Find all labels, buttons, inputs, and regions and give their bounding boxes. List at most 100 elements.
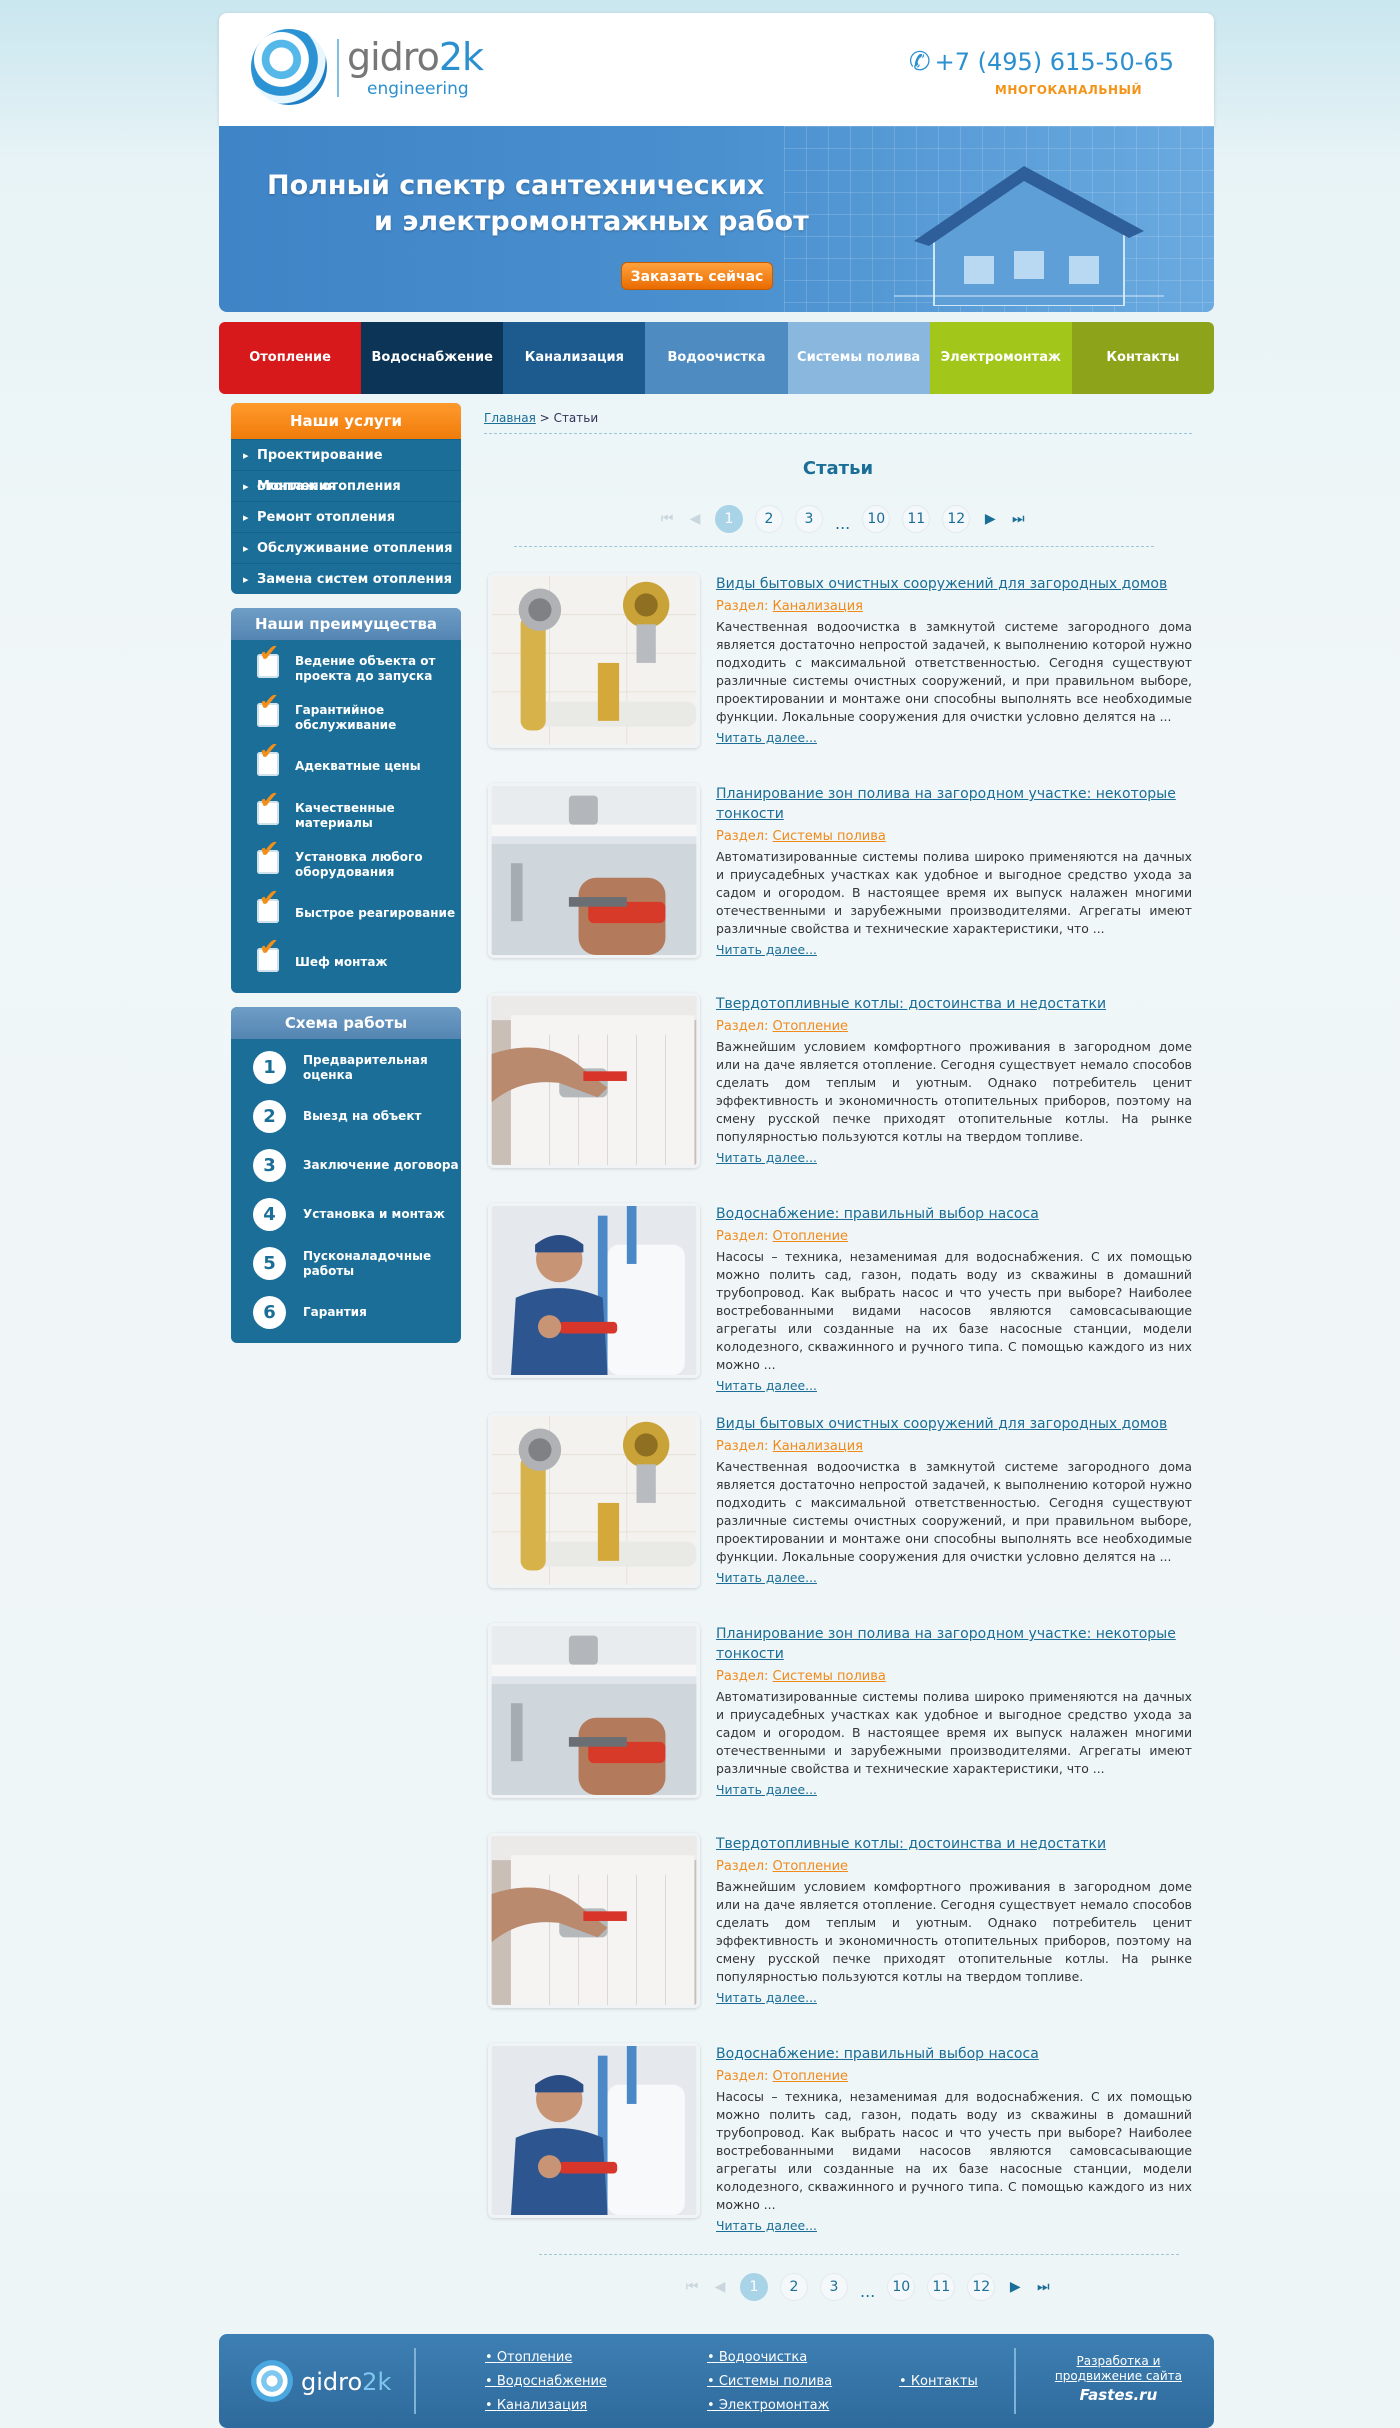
article-excerpt: Автоматизированные системы полива широко…	[716, 849, 1192, 936]
footer-logo-icon	[251, 2360, 293, 2402]
read-more-link[interactable]: Читать далее...	[716, 2218, 1192, 2233]
footer-link[interactable]: Водоснабжение	[485, 2370, 607, 2394]
page-link[interactable]: 12	[942, 505, 971, 533]
footer-link[interactable]: Электромонтаж	[707, 2394, 832, 2418]
page-link[interactable]: 2	[755, 505, 783, 533]
section-link[interactable]: Отопление	[773, 2069, 849, 2084]
nav-item-3[interactable]: Канализация	[503, 322, 646, 394]
prev-page-icon[interactable]: ◀	[712, 2279, 728, 2295]
page-link[interactable]: 12	[967, 2273, 996, 2301]
sidebar-service-link[interactable]: Монтаж отопления	[231, 470, 461, 502]
page-link[interactable]: 1	[740, 2273, 768, 2301]
footer-divider	[1014, 2348, 1016, 2414]
sidebar-service-link[interactable]: Замена систем отопления	[231, 563, 461, 594]
section-link[interactable]: Системы полива	[773, 1669, 886, 1684]
section-link[interactable]: Отопление	[773, 1229, 849, 1244]
read-more-link[interactable]: Читать далее...	[716, 942, 1192, 957]
advantages-title: Наши преимущества	[231, 608, 461, 640]
nav-item-1[interactable]: Отопление	[219, 322, 362, 394]
developer-credit[interactable]: Разработка и продвижение сайта Fastes.ru	[1055, 2354, 1182, 2403]
footer-link[interactable]: Системы полива	[707, 2370, 832, 2394]
work-step: 6 Гарантия	[231, 1288, 461, 1337]
sidebar-service-link[interactable]: Ремонт отопления	[231, 501, 461, 533]
article-card: Виды бытовых очистных сооружений для заг…	[484, 1413, 1192, 1599]
section-link[interactable]: Канализация	[773, 599, 863, 614]
sidebar-service-link[interactable]: Обслуживание отопления	[231, 532, 461, 564]
article-title-link[interactable]: Виды бытовых очистных сооружений для заг…	[716, 1416, 1167, 1432]
advantage-label: Быстрое реагирование	[295, 906, 456, 920]
last-page-icon[interactable]: ⏭	[1035, 2279, 1051, 2295]
step-label: Выезд на объект	[303, 1109, 422, 1123]
footer-link[interactable]: Контакты	[899, 2370, 978, 2394]
page-link[interactable]: 10	[887, 2273, 916, 2301]
article-thumbnail[interactable]	[488, 993, 700, 1168]
breadcrumb-home-link[interactable]: Главная	[484, 411, 536, 425]
nav-item-2[interactable]: Водоснабжение	[361, 322, 504, 394]
footer-link[interactable]: Канализация	[485, 2394, 607, 2418]
nav-item-6[interactable]: Электромонтаж	[929, 322, 1072, 394]
article-title-link[interactable]: Твердотопливные котлы: достоинства и нед…	[716, 996, 1106, 1012]
order-now-button[interactable]: Заказать сейчас	[621, 262, 773, 290]
work-step: 5 Пусконаладочные работы	[231, 1239, 461, 1288]
article-thumbnail[interactable]	[488, 1833, 700, 2008]
read-more-link[interactable]: Читать далее...	[716, 730, 1192, 745]
footer-logo[interactable]: gidro2k	[301, 2368, 391, 2396]
article-body: Водоснабжение: правильный выбор насоса Ра…	[716, 2043, 1192, 2233]
prev-page-icon[interactable]: ◀	[687, 511, 703, 527]
article-thumbnail[interactable]	[488, 1623, 700, 1798]
article-title-link[interactable]: Планирование зон полива на загородном уч…	[716, 1626, 1176, 1662]
article-thumbnail[interactable]	[488, 1413, 700, 1588]
section-link[interactable]: Отопление	[773, 1019, 849, 1034]
page-link[interactable]: 1	[715, 505, 743, 533]
article-body: Виды бытовых очистных сооружений для заг…	[716, 1413, 1192, 1585]
page-link[interactable]: 11	[927, 2273, 956, 2301]
article-title-link[interactable]: Виды бытовых очистных сооружений для заг…	[716, 576, 1167, 592]
section-link[interactable]: Системы полива	[773, 829, 886, 844]
sidebar-service-link[interactable]: Проектирование отопления	[231, 439, 461, 494]
divider	[514, 546, 1154, 547]
step-number: 2	[253, 1100, 286, 1133]
nav-item-7[interactable]: Контакты	[1071, 322, 1214, 394]
nav-item-5[interactable]: Системы полива	[787, 322, 930, 394]
footer-link[interactable]: Отопление	[485, 2346, 607, 2370]
read-more-link[interactable]: Читать далее...	[716, 1990, 1192, 2005]
read-more-link[interactable]: Читать далее...	[716, 1782, 1192, 1797]
page-link[interactable]: 10	[862, 505, 891, 533]
checkmark-icon	[257, 891, 279, 923]
last-page-icon[interactable]: ⏭	[1010, 511, 1026, 527]
article-title-link[interactable]: Водоснабжение: правильный выбор насоса	[716, 1206, 1039, 1222]
article-title-link[interactable]: Водоснабжение: правильный выбор насоса	[716, 2046, 1039, 2062]
article-thumbnail[interactable]	[488, 2043, 700, 2218]
article-title-link[interactable]: Твердотопливные котлы: достоинства и нед…	[716, 1836, 1106, 1852]
article-thumbnail[interactable]	[488, 1203, 700, 1378]
page-link[interactable]: 3	[820, 2273, 848, 2301]
logo[interactable]: gidro2k engineering	[251, 29, 484, 109]
read-more-link[interactable]: Читать далее...	[716, 1378, 1192, 1393]
footer-divider	[414, 2348, 416, 2414]
section-prefix: Раздел:	[716, 1439, 769, 1454]
footer-links-col2: ВодоочисткаСистемы поливаЭлектромонтаж	[707, 2346, 832, 2418]
next-page-icon[interactable]: ▶	[982, 511, 998, 527]
article-body: Планирование зон полива на загородном уч…	[716, 783, 1192, 957]
nav-item-4[interactable]: Водоочистка	[645, 322, 788, 394]
article-section: Раздел: Системы полива	[716, 829, 1192, 844]
phone-number[interactable]: ✆ +7 (495) 615-50-65	[909, 47, 1174, 77]
article-thumbnail[interactable]	[488, 573, 700, 748]
footer-link[interactable]: Водоочистка	[707, 2346, 832, 2370]
page-link[interactable]: 11	[902, 505, 931, 533]
read-more-link[interactable]: Читать далее...	[716, 1570, 1192, 1585]
step-number: 1	[253, 1051, 286, 1084]
section-link[interactable]: Канализация	[773, 1439, 863, 1454]
article-title-link[interactable]: Планирование зон полива на загородном уч…	[716, 786, 1176, 822]
read-more-link[interactable]: Читать далее...	[716, 1150, 1192, 1165]
section-link[interactable]: Отопление	[773, 1859, 849, 1874]
step-number: 5	[253, 1247, 286, 1280]
next-page-icon[interactable]: ▶	[1007, 2279, 1023, 2295]
first-page-icon[interactable]: ⏮	[684, 2279, 700, 2295]
page-link[interactable]: 2	[780, 2273, 808, 2301]
footer: gidro2k ОтоплениеВодоснабжениеКанализаци…	[219, 2334, 1214, 2428]
page-link[interactable]: 3	[795, 505, 823, 533]
article-section: Раздел: Системы полива	[716, 1669, 1192, 1684]
first-page-icon[interactable]: ⏮	[659, 511, 675, 527]
article-thumbnail[interactable]	[488, 783, 700, 958]
